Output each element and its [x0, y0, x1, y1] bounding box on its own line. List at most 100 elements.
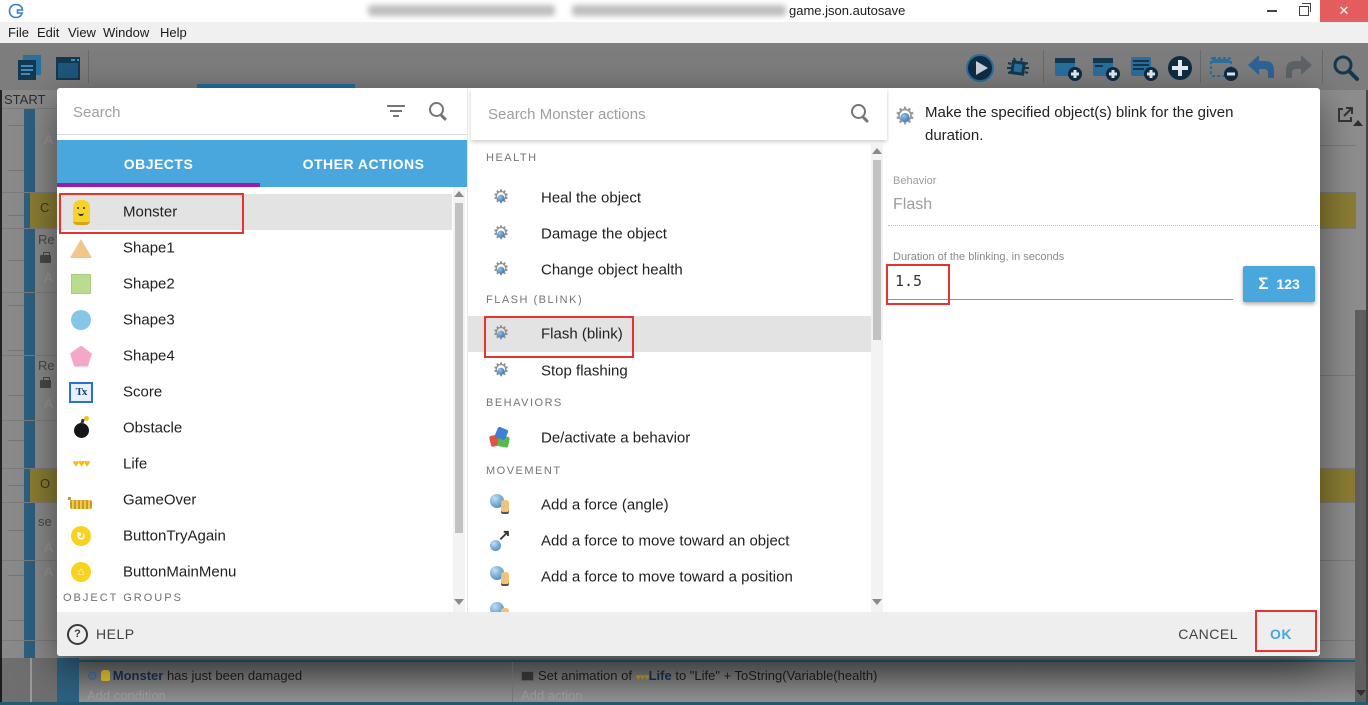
object-row-shape4[interactable]: Shape4	[57, 338, 452, 374]
object-row-monster[interactable]: Monster	[57, 194, 452, 230]
object-row-shape1[interactable]: Shape1	[57, 230, 452, 266]
events-sheet-icon[interactable]	[14, 52, 46, 84]
hearts-icon: ♥♥♥	[72, 458, 91, 470]
add-comment-event-icon[interactable]	[1090, 52, 1122, 84]
animation-icon	[521, 671, 534, 681]
toolbar	[0, 43, 1368, 90]
section-header-health: HEALTH	[486, 152, 538, 164]
menu-file[interactable]: File	[8, 25, 29, 40]
search-icon[interactable]	[429, 102, 447, 120]
object-groups-header: OBJECT GROUPS	[63, 592, 183, 604]
behavior-field-underline	[888, 225, 1318, 226]
object-row-obstacle[interactable]: Obstacle	[57, 410, 452, 446]
add-event-icon[interactable]	[1052, 52, 1084, 84]
action-row-add-force-angle[interactable]: Add a force (angle)	[468, 487, 871, 523]
expression-editor-button[interactable]: Σ 123	[1243, 266, 1315, 302]
object-row-buttontryagain[interactable]: ↻ ButtonTryAgain	[57, 518, 452, 554]
scene-editor-icon[interactable]	[52, 52, 84, 84]
object-row-shape2[interactable]: Shape2	[57, 266, 452, 302]
condition-action-divider	[512, 662, 513, 705]
tab-objects[interactable]: OBJECTS	[57, 140, 260, 187]
object-search-input[interactable]	[71, 98, 375, 126]
scroll-up-icon[interactable]	[1353, 120, 1363, 126]
event-sheet-scrollbar[interactable]	[1355, 310, 1366, 705]
duration-input[interactable]: 1.5	[895, 272, 922, 290]
instruction-editor-dialog: OBJECTS OTHER ACTIONS Monster Shape1 Sha…	[57, 88, 1353, 656]
menu-view[interactable]: View	[68, 25, 96, 40]
action-search-input[interactable]	[486, 100, 820, 128]
event-row[interactable]: ⚙ Monster has just been damaged Add condi…	[79, 660, 1355, 705]
behavior-gear-icon: ⚙	[87, 669, 98, 683]
object-row-life[interactable]: ♥♥♥ Life	[57, 446, 452, 482]
duration-field-label: Duration of the blinking, in seconds	[893, 251, 1065, 263]
help-button[interactable]: ? HELP	[67, 612, 135, 656]
delete-event-icon[interactable]	[1208, 52, 1240, 84]
search-icon[interactable]	[851, 104, 869, 122]
square-icon	[69, 272, 93, 296]
add-circle-icon[interactable]	[1164, 52, 1196, 84]
restore-button[interactable]	[1288, 0, 1320, 22]
minimize-button[interactable]	[1256, 0, 1288, 22]
menu-help[interactable]: Help	[160, 25, 187, 40]
duration-field-underline	[888, 299, 1233, 300]
action-row-add-force-position[interactable]: Add a force to move toward a position	[468, 559, 871, 595]
action-description: Make the specified object(s) blink for t…	[925, 104, 1234, 144]
search-icon[interactable]	[1330, 52, 1362, 84]
minimize-icon	[1267, 10, 1277, 12]
open-in-new-icon[interactable]	[1336, 106, 1354, 124]
selected-tab-indicator	[57, 183, 260, 187]
menu-edit[interactable]: Edit	[37, 25, 59, 40]
home-button-icon: ⌂	[69, 560, 93, 584]
bomb-icon	[69, 416, 93, 440]
window-title: game.json.autosave	[789, 3, 906, 18]
briefcase-icon	[40, 252, 51, 263]
action-row-deactivate-behavior[interactable]: De/activate a behavior	[468, 420, 871, 456]
debug-icon[interactable]	[1002, 52, 1034, 84]
toolbar-separator	[88, 50, 89, 83]
play-icon[interactable]	[964, 52, 996, 84]
ok-button[interactable]: OK	[1270, 612, 1292, 656]
object-row-score[interactable]: Tx Score	[57, 374, 452, 410]
action-row-change-health[interactable]: Change object health	[468, 252, 871, 288]
add-subevent-icon[interactable]	[1128, 52, 1160, 84]
action-row-heal[interactable]: Heal the object	[468, 180, 871, 216]
action-row-partial[interactable]	[468, 595, 871, 612]
sigma-icon: Σ	[1258, 274, 1269, 293]
briefcase-icon	[40, 377, 51, 388]
behavior-gear-icon	[892, 104, 918, 130]
object-row-shape3[interactable]: Shape3	[57, 302, 452, 338]
restore-icon	[1299, 3, 1311, 16]
scroll-down-icon[interactable]	[1356, 690, 1366, 696]
action-row-stop-flashing[interactable]: Stop flashing	[468, 353, 871, 389]
redacted-title-segment	[368, 5, 555, 16]
action-row-damage[interactable]: Damage the object	[468, 216, 871, 252]
window-left-edge	[0, 90, 2, 705]
object-search-row	[57, 88, 467, 135]
action-row-add-force-object[interactable]: Add a force to move toward an object	[468, 523, 871, 559]
cancel-button[interactable]: CANCEL	[1178, 612, 1238, 656]
close-button[interactable]: ✕	[1320, 0, 1368, 22]
tab-other-actions[interactable]: OTHER ACTIONS	[260, 140, 467, 187]
action-row-flash[interactable]: Flash (blink)	[468, 316, 871, 352]
redo-icon[interactable]	[1284, 52, 1316, 84]
add-condition-link[interactable]: Add condition	[87, 688, 166, 703]
undo-icon[interactable]	[1244, 52, 1276, 84]
action-text: to "Life" + ToString(Variable(health)	[671, 668, 878, 683]
force-icon	[489, 601, 513, 612]
object-row-gameover[interactable]: GameOver	[57, 482, 452, 518]
add-action-link[interactable]: Add action	[521, 688, 582, 703]
object-row-buttonmainmenu[interactable]: ⌂ ButtonMainMenu	[57, 554, 452, 590]
circle-icon	[69, 308, 93, 332]
force-icon	[489, 493, 513, 517]
puzzle-icon	[488, 426, 513, 450]
event-indent-bar	[24, 108, 35, 658]
monster-sprite-icon	[69, 199, 93, 225]
object-list-scrollbar[interactable]	[453, 187, 465, 612]
action-list-scrollbar[interactable]	[871, 144, 883, 612]
behavior-gear-icon	[489, 222, 513, 246]
filter-icon[interactable]	[387, 105, 405, 117]
menu-window[interactable]: Window	[103, 25, 149, 40]
close-icon: ✕	[1338, 3, 1350, 18]
object-tabs: OBJECTS OTHER ACTIONS	[57, 140, 467, 187]
dialog-footer: ? HELP CANCEL OK	[57, 612, 1320, 656]
